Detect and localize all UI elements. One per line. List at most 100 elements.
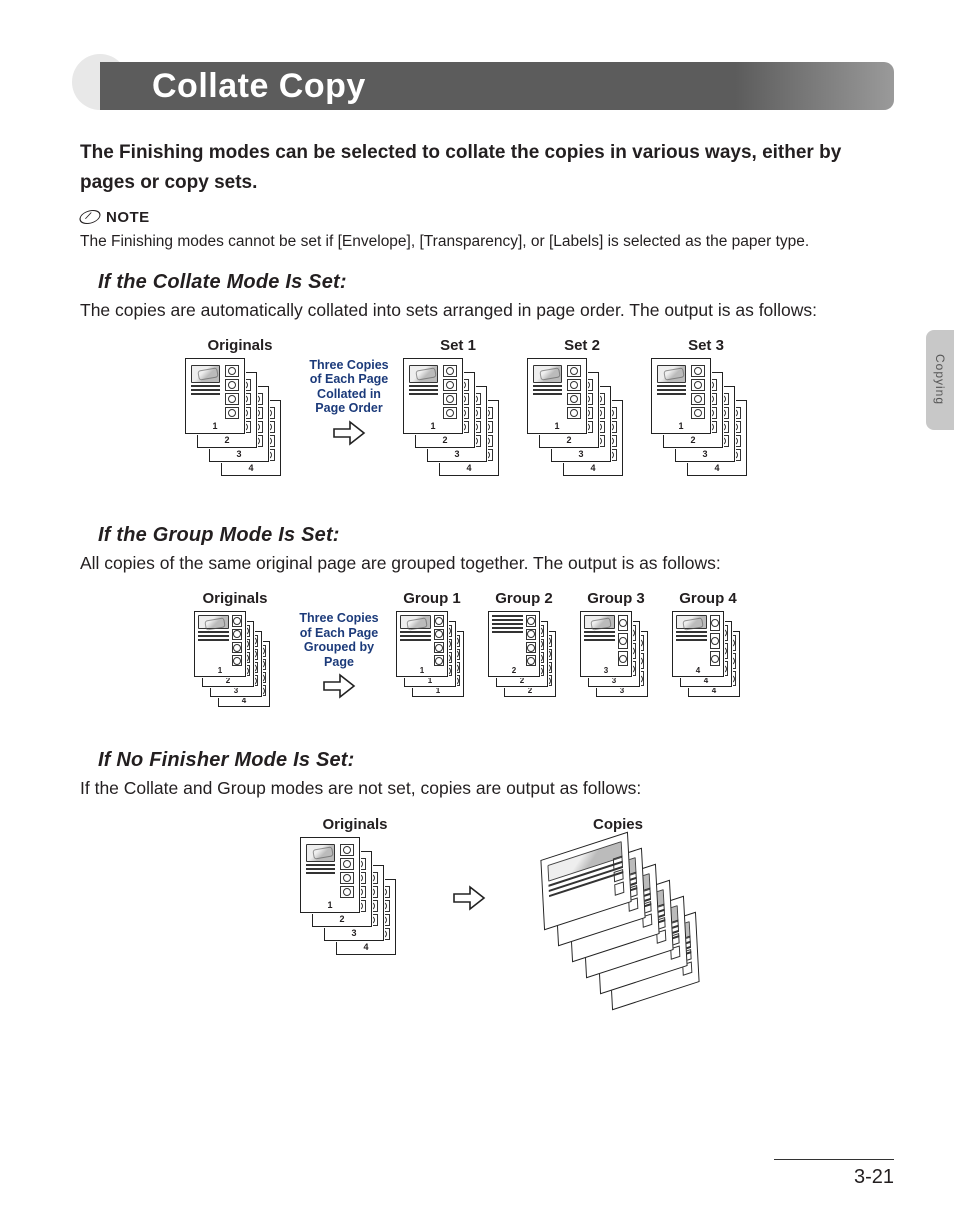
paper-stack: 2 2 2: [488, 611, 560, 703]
group-arrow-col: Three Copies of Each Page Grouped by Pag…: [294, 611, 384, 699]
arrow-caption-line: of Each Page: [300, 626, 379, 640]
arrow-caption-line: of Each Page: [310, 372, 389, 386]
label-originals: Originals: [180, 337, 300, 354]
heading-collate: If the Collate Mode Is Set:: [98, 271, 894, 294]
arrow-caption: Three Copies of Each Page Collated in Pa…: [309, 358, 388, 416]
paper-stack: 1 1 1: [396, 611, 468, 703]
intro-text: The Finishing modes can be selected to c…: [80, 138, 894, 199]
sheet-num: 4: [242, 696, 246, 705]
page-title: Collate Copy: [152, 67, 366, 106]
note-row: NOTE: [80, 209, 894, 226]
arrow-caption-line: Three Copies: [309, 358, 388, 372]
nf-originals: 4 3 2 1: [280, 837, 430, 977]
diagram-collate: Originals Set 1 Set 2 Set 3 4 3 2 1 Thre…: [180, 337, 874, 498]
g2-stack: 2 2 2: [480, 611, 568, 703]
text-collate: The copies are automatically collated in…: [80, 298, 894, 323]
sheet-num: 2: [512, 666, 516, 675]
sheet-num: 4: [696, 666, 700, 675]
group-originals: 4 3 2 1: [180, 611, 290, 723]
sheet-num: 3: [234, 686, 238, 695]
sheet-num: 2: [566, 435, 571, 445]
paper-stack: 4 3 2 1: [527, 358, 637, 498]
g1-stack: 1 1 1: [388, 611, 476, 703]
sheet-num: 4: [712, 686, 716, 695]
note-text: The Finishing modes cannot be set if [En…: [80, 232, 894, 253]
sheet-num: 2: [339, 914, 344, 924]
arrow-caption-line: Page: [324, 655, 354, 669]
label-set3: Set 3: [646, 337, 766, 354]
set1-stack: 4 3 2 1: [398, 358, 518, 498]
nf-arrow: [434, 837, 504, 911]
text-group: All copies of the same original page are…: [80, 551, 894, 576]
label-set1: Set 1: [398, 337, 518, 354]
arrow-caption-line: Page Order: [315, 401, 382, 415]
sheet-num: 2: [528, 686, 532, 695]
sheet-num: 3: [351, 928, 356, 938]
header-bar-bg: Collate Copy: [100, 62, 894, 110]
nf-copies: [508, 837, 728, 1007]
nf-labels: Originals Copies: [280, 816, 784, 833]
arrow-right-icon: [322, 673, 356, 699]
sheet-num: 2: [226, 676, 230, 685]
paper-stack: 3 3 3: [580, 611, 652, 703]
collate-originals-stack: 4 3 2 1: [180, 358, 300, 498]
sheet-num: 3: [702, 449, 707, 459]
sheet-num: 3: [578, 449, 583, 459]
page: Copying Collate Copy The Finishing modes…: [0, 0, 954, 1227]
paper-stack: 4 3 2 1: [300, 837, 410, 977]
arrow-caption-line: Collated in: [317, 387, 381, 401]
paper-stack: 4 3 2 1: [651, 358, 761, 498]
paper-stack: 4 3 2 1: [185, 358, 295, 498]
text-nofinisher: If the Collate and Group modes are not s…: [80, 776, 894, 801]
pencil-icon: [77, 210, 104, 224]
sheet-num: 1: [212, 421, 217, 431]
sheet-num: 3: [620, 686, 624, 695]
sheet-num: 4: [590, 463, 595, 473]
group-stacks: 4 3 2 1 Three Copies of Each Page Groupe…: [180, 611, 874, 723]
arrow-right-icon: [452, 885, 486, 911]
set3-stack: 4 3 2 1: [646, 358, 766, 498]
sheet-num: 1: [218, 666, 222, 675]
g4-stack: 4 4 4: [664, 611, 752, 703]
note-label: NOTE: [106, 209, 150, 226]
sheet-num: 2: [520, 676, 524, 685]
footer: 3-21: [774, 1159, 894, 1189]
sheet-num: 4: [248, 463, 253, 473]
collate-arrow-col: Three Copies of Each Page Collated in Pa…: [304, 358, 394, 446]
sheet-num: 1: [436, 686, 440, 695]
sheet-num: 1: [678, 421, 683, 431]
footer-rule: [774, 1159, 894, 1160]
label-g1: Group 1: [388, 590, 476, 607]
label-nf-originals: Originals: [280, 816, 430, 833]
sheet-num: 1: [430, 421, 435, 431]
collate-labels: Originals Set 1 Set 2 Set 3: [180, 337, 874, 354]
sheet-num: 3: [604, 666, 608, 675]
heading-nofinisher: If No Finisher Mode Is Set:: [98, 749, 894, 772]
sheet-num: 3: [454, 449, 459, 459]
collate-stacks: 4 3 2 1 Three Copies of Each Page Collat…: [180, 358, 874, 498]
header-bar: Collate Copy: [80, 60, 894, 116]
sheet-num: 2: [690, 435, 695, 445]
diagram-group: Originals Group 1 Group 2 Group 3 Group …: [180, 590, 874, 723]
sheet-num: 4: [363, 942, 368, 952]
side-tab-label: Copying: [933, 354, 947, 405]
paper-stack: 4 3 2 1: [194, 611, 276, 723]
page-number: 3-21: [774, 1166, 894, 1189]
paper-stack: 4 4 4: [672, 611, 744, 703]
label-originals-g: Originals: [180, 590, 290, 607]
side-tab-copying: Copying: [926, 330, 954, 430]
set2-stack: 4 3 2 1: [522, 358, 642, 498]
sheet-num: 2: [224, 435, 229, 445]
arrow-caption-line: Grouped by: [304, 640, 374, 654]
sheet-num: 3: [612, 676, 616, 685]
sheet-num: 1: [420, 666, 424, 675]
arrow-right-icon: [332, 420, 366, 446]
sheet-num: 1: [327, 900, 332, 910]
label-g2: Group 2: [480, 590, 568, 607]
sheet-num: 4: [714, 463, 719, 473]
heading-group: If the Group Mode Is Set:: [98, 524, 894, 547]
label-set2: Set 2: [522, 337, 642, 354]
sheet-num: 3: [236, 449, 241, 459]
sheet-num: 4: [704, 676, 708, 685]
label-g4: Group 4: [664, 590, 752, 607]
